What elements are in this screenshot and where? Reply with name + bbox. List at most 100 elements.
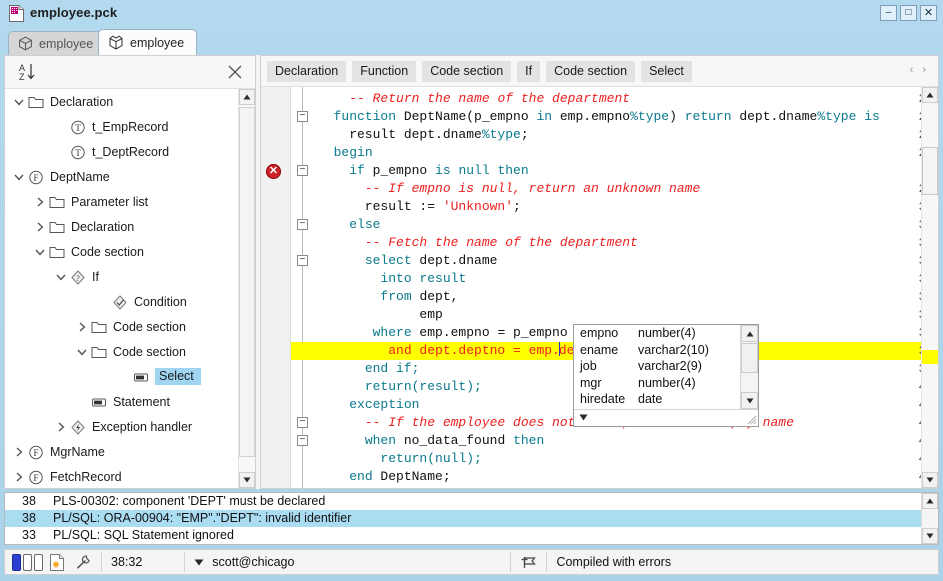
- fold-toggle[interactable]: −: [297, 255, 308, 266]
- chevron-down-icon[interactable]: [11, 94, 27, 110]
- breadcrumb-item[interactable]: If: [517, 61, 540, 82]
- code-line[interactable]: result dept.dname%type;: [318, 126, 529, 144]
- chevron-down-icon[interactable]: [32, 244, 48, 260]
- breadcrumb-item[interactable]: Code section: [546, 61, 635, 82]
- scroll-down-icon[interactable]: [239, 472, 255, 488]
- tree-list[interactable]: DeclarationTt_EmpRecordTt_DeptRecordFDep…: [5, 89, 255, 488]
- chevron-down-icon[interactable]: [53, 269, 69, 285]
- connection-user[interactable]: scott@chicago: [212, 555, 294, 569]
- scrollbar-thumb[interactable]: [239, 107, 255, 457]
- chevron-right-icon[interactable]: [11, 444, 27, 460]
- tree-item[interactable]: FFetchRecord: [5, 464, 255, 488]
- scrollbar-thumb[interactable]: [922, 147, 938, 195]
- chevron-right-icon[interactable]: [74, 319, 90, 335]
- tree-item[interactable]: Parameter list: [5, 189, 255, 214]
- code-line[interactable]: end if;: [318, 360, 419, 378]
- chevron-down-icon[interactable]: [579, 414, 588, 421]
- breadcrumb-item[interactable]: Select: [641, 61, 692, 82]
- code-line[interactable]: from dept,: [318, 288, 458, 306]
- breadcrumb-item[interactable]: Function: [352, 61, 416, 82]
- close-button[interactable]: ✕: [920, 5, 937, 21]
- error-row[interactable]: 38PL/SQL: ORA-00904: "EMP"."DEPT": inval…: [5, 510, 938, 527]
- tab-employee-spec[interactable]: employee: [8, 31, 106, 55]
- error-marker-icon[interactable]: ✕: [266, 164, 281, 179]
- code-line[interactable]: begin: [318, 144, 373, 162]
- code-line[interactable]: where emp.empno = p_empno: [318, 324, 568, 342]
- code-line[interactable]: return(result);: [318, 378, 482, 396]
- tree-item[interactable]: Condition: [5, 289, 255, 314]
- close-icon[interactable]: [225, 62, 245, 82]
- tree-item[interactable]: Code section: [5, 339, 255, 364]
- breadcrumb-nav-arrows[interactable]: ‹ ›: [910, 64, 929, 76]
- code-line[interactable]: -- If empno is null, return an unknown n…: [318, 180, 700, 198]
- code-line[interactable]: result := 'Unknown';: [318, 198, 521, 216]
- fold-toggle[interactable]: −: [297, 417, 308, 428]
- fold-toggle[interactable]: −: [297, 111, 308, 122]
- scroll-up-icon[interactable]: [922, 87, 938, 103]
- code-line[interactable]: if p_empno is null then: [318, 162, 529, 180]
- tree-scrollbar[interactable]: [238, 89, 255, 488]
- autocomplete-scrollbar[interactable]: [740, 325, 758, 409]
- code-line[interactable]: -- Fetch the name of the department: [318, 234, 638, 252]
- scroll-up-icon[interactable]: [239, 89, 255, 105]
- code-line[interactable]: into result: [318, 270, 466, 288]
- chevron-down-icon[interactable]: [74, 344, 90, 360]
- tree-item[interactable]: Code section: [5, 239, 255, 264]
- tree-item[interactable]: Code section: [5, 314, 255, 339]
- tree-item[interactable]: Tt_DeptRecord: [5, 139, 255, 164]
- tab-employee-body[interactable]: employee: [98, 29, 197, 55]
- error-row[interactable]: 33PL/SQL: SQL Statement ignored: [5, 527, 938, 544]
- tree-item[interactable]: Statement: [5, 389, 255, 414]
- chevron-right-icon[interactable]: [11, 469, 27, 485]
- breadcrumb-item[interactable]: Declaration: [267, 61, 346, 82]
- tree-item[interactable]: Tt_EmpRecord: [5, 114, 255, 139]
- autocomplete-item[interactable]: jobvarchar2(9): [574, 358, 741, 375]
- fold-toggle[interactable]: −: [297, 165, 308, 176]
- scroll-down-icon[interactable]: [922, 472, 938, 488]
- scroll-up-icon[interactable]: [922, 493, 938, 509]
- editor-scrollbar[interactable]: [921, 87, 938, 488]
- error-row[interactable]: 38PLS-00302: component 'DEPT' must be de…: [5, 493, 938, 510]
- tree-item[interactable]: FDeptName: [5, 164, 255, 189]
- autocomplete-item[interactable]: hiredatedate: [574, 391, 741, 408]
- scroll-up-icon[interactable]: [741, 325, 758, 342]
- scrollbar-thumb[interactable]: [741, 343, 758, 373]
- breadcrumb-item[interactable]: Code section: [422, 61, 511, 82]
- autocomplete-list[interactable]: empnonumber(4)enamevarchar2(10)jobvarcha…: [574, 325, 741, 409]
- code-line[interactable]: else: [318, 216, 380, 234]
- error-list-scrollbar[interactable]: [921, 493, 938, 544]
- code-line[interactable]: exception: [318, 396, 419, 414]
- wrench-icon[interactable]: [74, 554, 92, 571]
- code-line[interactable]: emp: [318, 306, 443, 324]
- new-document-icon[interactable]: [50, 554, 65, 571]
- autocomplete-footer[interactable]: [574, 409, 758, 426]
- maximize-button[interactable]: □: [900, 5, 917, 21]
- chevron-down-icon[interactable]: [194, 559, 204, 566]
- code-editor[interactable]: 24 -- Return the name of the department2…: [261, 87, 938, 488]
- autocomplete-item[interactable]: mgrnumber(4): [574, 375, 741, 392]
- fold-toggle[interactable]: −: [297, 435, 308, 446]
- code-line[interactable]: end DeptName;: [318, 468, 451, 486]
- tree-item[interactable]: ?If: [5, 264, 255, 289]
- scroll-down-icon[interactable]: [741, 392, 758, 409]
- minimize-button[interactable]: –: [880, 5, 897, 21]
- code-line[interactable]: and dept.deptno = emp.dept;: [318, 342, 598, 360]
- sort-az-icon[interactable]: A Z: [17, 61, 39, 83]
- autocomplete-item[interactable]: enamevarchar2(10): [574, 342, 741, 359]
- chevron-right-icon[interactable]: [32, 194, 48, 210]
- code-line[interactable]: select dept.dname: [318, 252, 497, 270]
- resize-grip-icon[interactable]: [745, 413, 757, 425]
- autocomplete-popup[interactable]: empnonumber(4)enamevarchar2(10)jobvarcha…: [573, 324, 759, 427]
- tree-item[interactable]: Select: [5, 364, 255, 389]
- tree-item[interactable]: Declaration: [5, 89, 255, 114]
- autocomplete-item[interactable]: empnonumber(4): [574, 325, 741, 342]
- tree-item[interactable]: Exception handler: [5, 414, 255, 439]
- code-line[interactable]: return(null);: [318, 450, 482, 468]
- code-line[interactable]: when no_data_found then: [318, 432, 544, 450]
- code-line[interactable]: function DeptName(p_empno in emp.empno%t…: [318, 108, 880, 126]
- chevron-right-icon[interactable]: [53, 419, 69, 435]
- tree-item[interactable]: FMgrName: [5, 439, 255, 464]
- fold-toggle[interactable]: −: [297, 219, 308, 230]
- chevron-down-icon[interactable]: [11, 169, 27, 185]
- chevron-right-icon[interactable]: [32, 219, 48, 235]
